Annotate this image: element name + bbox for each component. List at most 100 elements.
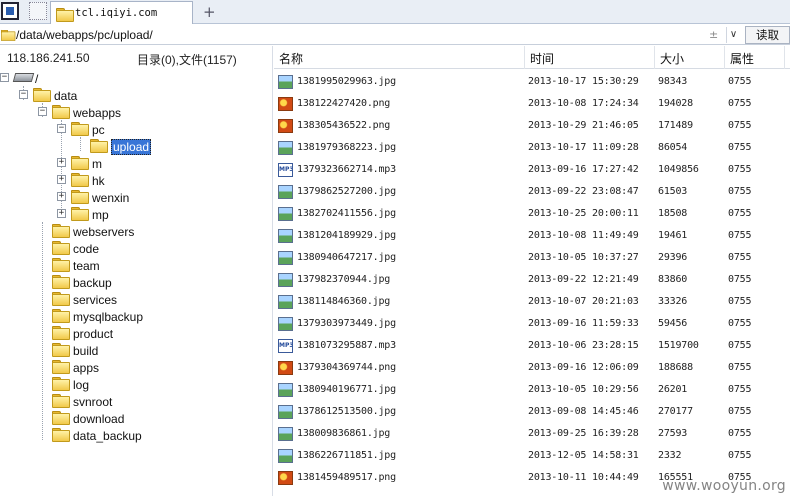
- tree-node-wenxin[interactable]: + wenxin: [57, 189, 147, 206]
- tree-node-upload[interactable]: upload: [76, 138, 166, 155]
- folder-icon: [71, 172, 89, 187]
- tree-node-m[interactable]: + m: [57, 155, 137, 172]
- file-time: 2013-09-16 17:27:42: [528, 164, 639, 175]
- column-size[interactable]: 大小: [660, 50, 684, 67]
- chevron-down-icon[interactable]: ∨: [726, 27, 740, 43]
- blank-tab-button[interactable]: [29, 2, 47, 20]
- folder-icon: [52, 342, 70, 357]
- file-row[interactable]: 1382702411556.jpg 2013-10-25 20:00:11 1850…: [274, 203, 790, 225]
- file-row[interactable]: 138114846360.jpg 2013-10-07 20:21:03 33326…: [274, 291, 790, 313]
- file-row[interactable]: 1386226711851.jpg 2013-12-05 14:58:31 2332…: [274, 445, 790, 467]
- tree-node-build[interactable]: build: [38, 342, 158, 359]
- image-file-icon: [278, 383, 293, 397]
- tree-node-mysqlbackup[interactable]: mysqlbackup: [38, 308, 158, 325]
- folder-icon: [90, 138, 108, 153]
- file-attr: 0755: [728, 318, 752, 329]
- tree-node-apps[interactable]: apps: [38, 359, 158, 376]
- file-row[interactable]: MP3 1379323662714.mp3 2013-09-16 17:27:42 1…: [274, 159, 790, 181]
- tree-node-label: build: [73, 344, 99, 358]
- folder-icon: [1, 29, 16, 42]
- expand-toggle[interactable]: +: [57, 158, 66, 167]
- file-row[interactable]: 1381995029963.jpg 2013-10-17 15:30:29 9834…: [274, 71, 790, 93]
- file-size: 27593: [658, 428, 688, 439]
- folder-icon: [52, 308, 70, 323]
- tree-node-data[interactable]: − data: [19, 87, 109, 104]
- file-row[interactable]: 138009836861.jpg 2013-09-25 16:39:28 27593…: [274, 423, 790, 445]
- file-row[interactable]: 1380940647217.jpg 2013-10-05 10:37:27 2939…: [274, 247, 790, 269]
- tree-node-webservers[interactable]: webservers: [38, 223, 158, 240]
- collapse-toggle[interactable]: −: [0, 73, 9, 82]
- tree-node-team[interactable]: team: [38, 257, 158, 274]
- collapse-toggle[interactable]: −: [38, 107, 47, 116]
- tree-node-log[interactable]: log: [38, 376, 158, 393]
- tab-site[interactable]: tcl.iqiyi.com: [50, 1, 193, 24]
- file-size: 59456: [658, 318, 688, 329]
- tree-node-webapps[interactable]: − webapps: [38, 104, 138, 121]
- tree-node-data-backup[interactable]: data_backup: [38, 427, 158, 444]
- file-name: 1381995029963.jpg: [297, 76, 396, 87]
- file-row[interactable]: 1381204189929.jpg 2013-10-08 11:49:49 1946…: [274, 225, 790, 247]
- file-time: 2013-09-16 12:06:09: [528, 362, 639, 373]
- file-size: 29396: [658, 252, 688, 263]
- tree-node-code[interactable]: code: [38, 240, 158, 257]
- file-row[interactable]: 1379862527200.jpg 2013-09-22 23:08:47 6150…: [274, 181, 790, 203]
- tree-node-mp[interactable]: + mp: [57, 206, 137, 223]
- image-file-icon: [278, 427, 293, 441]
- file-attr: 0755: [728, 142, 752, 153]
- tree-node-label: hk: [92, 174, 105, 188]
- tree-node-label: log: [73, 378, 90, 392]
- expand-toggle[interactable]: +: [57, 209, 66, 218]
- tree-node-pc[interactable]: − pc: [57, 121, 137, 138]
- tree-node-download[interactable]: download: [38, 410, 158, 427]
- collapse-toggle[interactable]: −: [19, 90, 28, 99]
- column-time[interactable]: 时间: [530, 50, 554, 67]
- file-name: 1381073295887.mp3: [297, 340, 396, 351]
- file-name: 1379323662714.mp3: [297, 164, 396, 175]
- path-input[interactable]: [16, 27, 656, 43]
- file-name: 1386226711851.jpg: [297, 450, 396, 461]
- file-row[interactable]: 1379304369744.png 2013-09-16 12:06:09 1886…: [274, 357, 790, 379]
- column-attr[interactable]: 属性: [730, 50, 754, 67]
- image-file-icon: [278, 449, 293, 463]
- file-row[interactable]: 138122427420.png 2013-10-08 17:24:34 19402…: [274, 93, 790, 115]
- tree-node-backup[interactable]: backup: [38, 274, 158, 291]
- image-file-icon: [278, 273, 293, 287]
- read-button[interactable]: 读取: [745, 26, 790, 44]
- file-row[interactable]: 138305436522.png 2013-10-29 21:46:05 17148…: [274, 115, 790, 137]
- expand-toggle[interactable]: +: [57, 192, 66, 201]
- file-row[interactable]: 1381979368223.jpg 2013-10-17 11:09:28 8605…: [274, 137, 790, 159]
- file-name: 1382702411556.jpg: [297, 208, 396, 219]
- file-row[interactable]: 1378612513500.jpg 2013-09-08 14:45:46 2701…: [274, 401, 790, 423]
- image-file-icon: [278, 471, 293, 485]
- file-time: 2013-10-08 17:24:34: [528, 98, 639, 109]
- file-time: 2013-10-05 10:29:56: [528, 384, 639, 395]
- file-name: 1379303973449.jpg: [297, 318, 396, 329]
- file-name: 1379862527200.jpg: [297, 186, 396, 197]
- new-tab-button[interactable]: +: [203, 3, 216, 21]
- file-size: 188688: [658, 362, 693, 373]
- file-row[interactable]: MP3 1381073295887.mp3 2013-10-06 23:28:15 1…: [274, 335, 790, 357]
- file-size: 98343: [658, 76, 688, 87]
- tree-node-label: upload: [111, 139, 152, 155]
- file-row[interactable]: 1379303973449.jpg 2013-09-16 11:59:33 5945…: [274, 313, 790, 335]
- plus-minus-button[interactable]: ±: [709, 28, 718, 41]
- tree-node-hk[interactable]: + hk: [57, 172, 137, 189]
- folder-icon: [52, 410, 70, 425]
- file-time: 2013-10-25 20:00:11: [528, 208, 639, 219]
- tree-node-label: team: [73, 259, 100, 273]
- tree-node-services[interactable]: services: [38, 291, 158, 308]
- tree-node-svnroot[interactable]: svnroot: [38, 393, 158, 410]
- image-file-icon: [278, 97, 293, 111]
- column-header: 名称 时间 大小 属性: [274, 46, 790, 69]
- dir-file-count: 目录(0),文件(1157): [137, 53, 237, 67]
- column-name[interactable]: 名称: [279, 50, 303, 67]
- collapse-toggle[interactable]: −: [57, 124, 66, 133]
- expand-toggle[interactable]: +: [57, 175, 66, 184]
- server-ip: 118.186.241.50: [7, 51, 90, 65]
- file-row[interactable]: 137982370944.jpg 2013-09-22 12:21:49 83860…: [274, 269, 790, 291]
- tree-node-product[interactable]: product: [38, 325, 158, 342]
- panel-toggle-button[interactable]: [1, 2, 19, 20]
- file-row[interactable]: 1380940196771.jpg 2013-10-05 10:29:56 2620…: [274, 379, 790, 401]
- tree-node-root[interactable]: − /: [0, 70, 90, 87]
- file-attr: 0755: [728, 406, 752, 417]
